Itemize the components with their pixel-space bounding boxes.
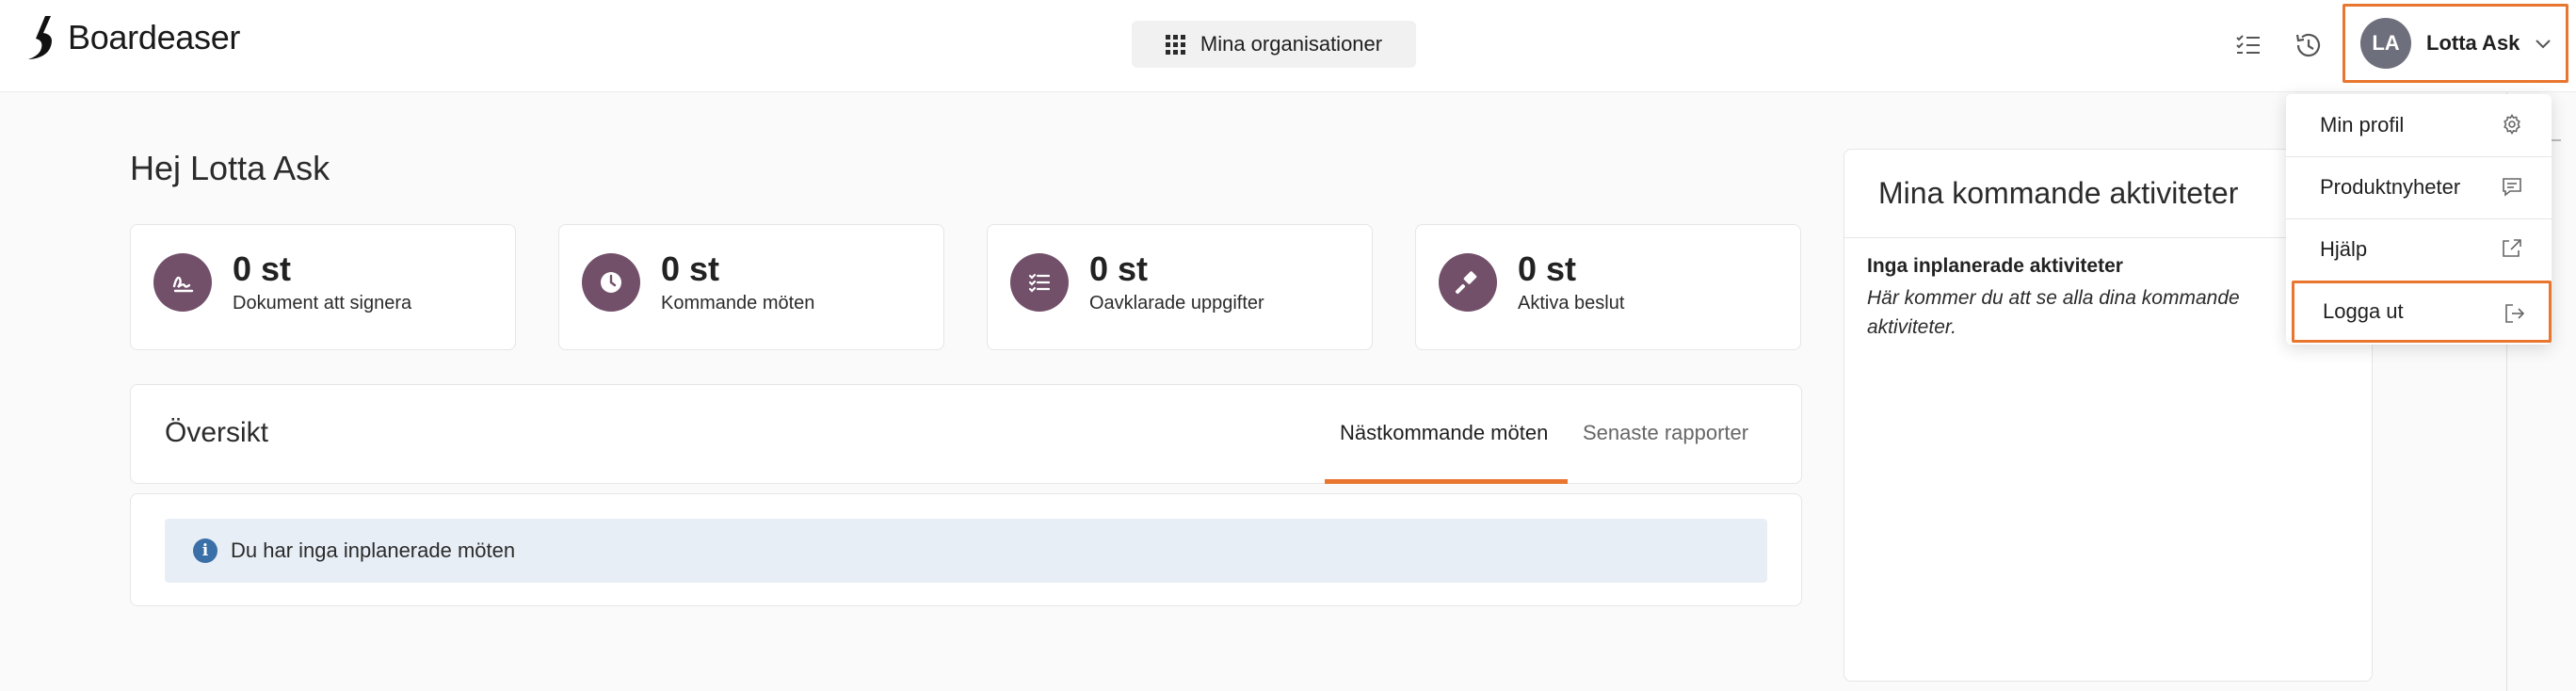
menu-item-label: Produktnyheter [2320, 175, 2461, 199]
user-dropdown-menu: Min profil Produktnyheter Hjälp Logga ut [2286, 94, 2552, 345]
active-tab-indicator [1325, 479, 1568, 484]
stat-value: 0 st [1518, 249, 1577, 288]
menu-item-my-profile[interactable]: Min profil [2286, 94, 2552, 156]
boardeaser-logo-icon [28, 16, 52, 59]
my-organizations-button[interactable]: Mina organisationer [1132, 21, 1416, 68]
message-icon [2503, 178, 2521, 197]
brand-name: Boardeaser [68, 18, 241, 56]
info-icon: i [193, 538, 217, 563]
gavel-icon [1439, 253, 1497, 312]
stat-label: Kommande möten [661, 293, 815, 313]
my-organizations-label: Mina organisationer [1199, 32, 1383, 56]
stat-value: 0 st [661, 249, 720, 288]
menu-item-label: Hjälp [2320, 237, 2368, 261]
user-name: Lotta Ask [2426, 31, 2520, 55]
info-banner: i Du har inga inplanerade möten [165, 519, 1767, 583]
stat-label: Oavklarade uppgifter [1089, 293, 1264, 313]
chevron-down-icon [2536, 40, 2551, 49]
task-list-icon[interactable] [2228, 24, 2269, 66]
menu-item-help[interactable]: Hjälp [2286, 218, 2552, 281]
stat-card-documents[interactable]: 0 st Dokument att signera [130, 224, 516, 350]
signature-icon [153, 253, 212, 312]
brand-logo[interactable]: Boardeaser [26, 13, 240, 62]
avatar: LA [2360, 18, 2411, 69]
page-title: Hej Lotta Ask [130, 149, 330, 187]
grid-icon [1165, 34, 1185, 55]
gear-icon [2504, 113, 2520, 136]
menu-item-label: Logga ut [2323, 299, 2404, 323]
external-link-icon [2503, 239, 2521, 257]
meetings-panel: i Du har inga inplanerade möten [130, 493, 1802, 606]
menu-item-product-news[interactable]: Produktnyheter [2286, 156, 2552, 218]
stat-card-tasks[interactable]: 0 st Oavklarade uppgifter [987, 224, 1373, 350]
stat-label: Aktiva beslut [1518, 293, 1625, 313]
tab-upcoming-meetings[interactable]: Nästkommande möten [1340, 421, 1548, 445]
logout-icon [2505, 304, 2525, 323]
activities-title: Mina kommande aktiviteter [1878, 176, 2239, 210]
checklist-icon [1010, 253, 1069, 312]
activities-empty-text: Här kommer du att se alla dina kommande … [1867, 287, 2240, 338]
overview-panel: Översikt Nästkommande möten Senaste rapp… [130, 384, 1802, 484]
stat-card-decisions[interactable]: 0 st Aktiva beslut [1415, 224, 1801, 350]
top-header: Boardeaser Mina organisationer LA Lotta … [0, 0, 2576, 92]
stat-label: Dokument att signera [233, 293, 412, 313]
activities-empty-title: Inga inplanerade aktiviteter [1867, 255, 2123, 277]
stat-card-meetings[interactable]: 0 st Kommande möten [558, 224, 944, 350]
info-message: Du har inga inplanerade möten [231, 538, 516, 562]
tab-latest-reports[interactable]: Senaste rapporter [1583, 421, 1748, 445]
history-icon[interactable] [2288, 24, 2329, 66]
menu-item-logout[interactable]: Logga ut [2292, 281, 2552, 343]
stat-value: 0 st [1089, 249, 1149, 288]
user-menu-toggle[interactable]: LA Lotta Ask [2343, 4, 2568, 83]
overview-title: Översikt [165, 417, 269, 448]
clock-icon [582, 253, 640, 312]
menu-item-label: Min profil [2320, 113, 2405, 137]
stat-value: 0 st [233, 249, 292, 288]
